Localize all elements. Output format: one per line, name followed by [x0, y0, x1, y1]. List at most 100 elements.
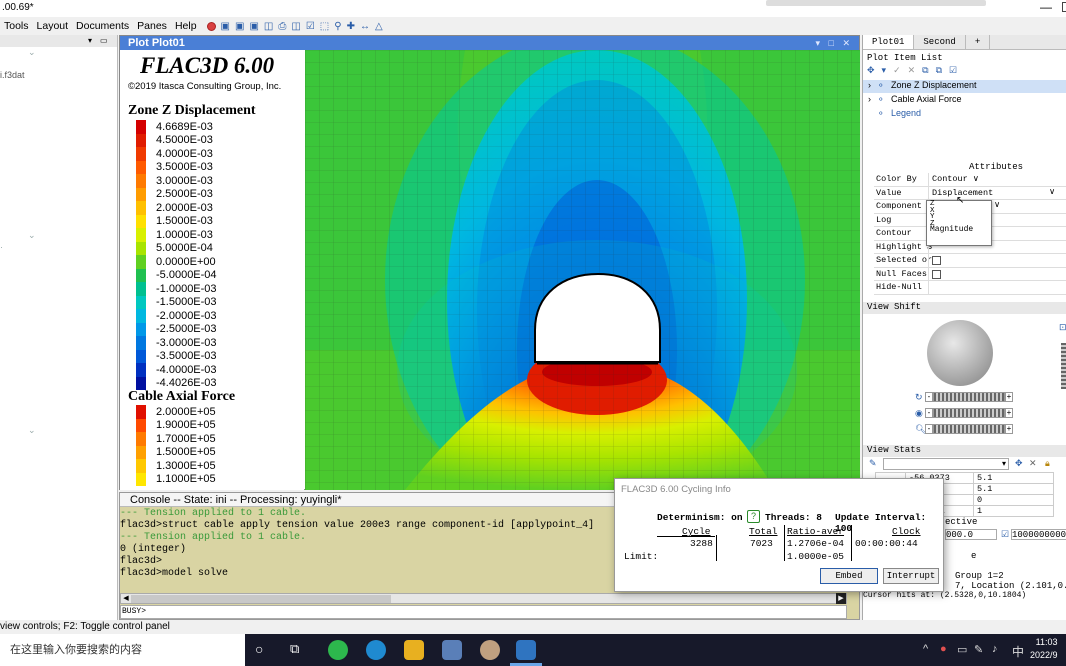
menu-help[interactable]: Help [171, 20, 201, 32]
copy-icon[interactable]: ⧉ [922, 65, 928, 76]
window-icon[interactable]: ◫ [264, 21, 273, 32]
ime-indicator[interactable]: 中 [1012, 643, 1024, 660]
embed-button[interactable]: Embed [820, 568, 878, 584]
add-tab-button[interactable]: + [966, 35, 991, 49]
measure-icon[interactable]: ↔ [360, 21, 370, 32]
console-scrollbar[interactable]: ◀ ▶ [120, 593, 847, 604]
contour-plot[interactable] [305, 50, 860, 490]
rotate-slider[interactable] [933, 392, 1005, 402]
minus-button[interactable]: - [925, 392, 933, 402]
scroll-thumb[interactable] [131, 595, 391, 603]
window-icon[interactable]: ◫ [291, 21, 300, 32]
edge-icon[interactable] [366, 640, 386, 660]
zoom-slider[interactable] [933, 424, 1005, 434]
attribute-row[interactable]: Value Displacement ∨ [874, 186, 1066, 200]
dropdown-option[interactable]: Magnitude [930, 226, 991, 234]
checkbox-icon[interactable]: ☑ [1001, 529, 1009, 540]
menu-documents[interactable]: Documents [72, 20, 133, 32]
move-icon[interactable]: ✚ [347, 21, 355, 32]
view-sphere[interactable] [927, 320, 993, 386]
tray-app-icon[interactable]: ● [940, 643, 947, 655]
eye-icon[interactable]: ⚬ [877, 108, 885, 119]
delete-icon[interactable]: ✕ [908, 65, 916, 76]
network-icon[interactable]: ▭ [957, 643, 967, 656]
file-explorer-icon[interactable] [404, 640, 424, 660]
plus-button[interactable]: + [1005, 424, 1013, 434]
triangle-icon[interactable]: △ [375, 21, 383, 32]
console-input[interactable]: BUSY> [120, 605, 847, 619]
paste-icon[interactable]: ⧉ [936, 65, 942, 76]
minus-button[interactable]: - [925, 408, 933, 418]
zoom-slider[interactable] [1061, 343, 1066, 389]
scroll-right-icon[interactable]: ▶ [836, 593, 846, 604]
attribute-value[interactable]: Contour ∨ [932, 174, 979, 184]
perspective-field[interactable]: 000.0 [945, 529, 997, 540]
dropdown-option[interactable]: X [930, 207, 991, 215]
list-item-legend[interactable]: ⚬ Legend [863, 108, 1066, 121]
plus-button[interactable]: + [1005, 408, 1013, 418]
chevron-right-icon[interactable]: › [868, 94, 871, 104]
taskbar-search[interactable]: 在这里输入你要搜索的内容 [0, 634, 245, 666]
clock[interactable]: 11:03 2022/9 [1030, 636, 1058, 662]
minus-button[interactable]: - [925, 424, 933, 434]
task-view-icon[interactable]: ⧉ [290, 641, 299, 657]
tab-plot01[interactable]: Plot01 [863, 35, 915, 49]
menu-layout[interactable]: Layout [33, 20, 73, 32]
layout-icon[interactable]: ▣ [221, 21, 230, 32]
checkbox-icon[interactable]: ☑ [949, 65, 957, 76]
scroll-left-icon[interactable]: ◀ [121, 593, 131, 604]
attribute-checkbox[interactable] [932, 269, 941, 279]
attribute-row[interactable]: Hide-Null [874, 281, 1066, 295]
chevron-down-icon[interactable]: ∨ [1049, 187, 1055, 197]
wechat-icon[interactable] [328, 640, 348, 660]
layout-icon[interactable]: ▣ [249, 21, 258, 32]
check-icon[interactable]: ✓ [893, 65, 901, 76]
chevron-down-icon[interactable]: ∨ [994, 200, 1000, 210]
tool-icon[interactable]: ✎ [869, 458, 877, 469]
tab-second[interactable]: Second [914, 35, 966, 49]
window-controls[interactable]: ▾ □ ✕ [816, 36, 854, 50]
minimize-button[interactable]: — [1040, 0, 1052, 14]
chevron-up-icon[interactable]: ^ [923, 643, 928, 655]
eye-icon[interactable]: ⚬ [877, 80, 885, 91]
reset-icon[interactable]: ⊡ [1059, 322, 1066, 333]
cortana-icon[interactable]: ○ [255, 641, 263, 657]
chevron-down-icon[interactable]: ▾ [88, 36, 92, 45]
attribute-checkbox[interactable] [932, 256, 941, 265]
chevron-right-icon[interactable]: › [868, 80, 871, 90]
close-icon[interactable]: ✕ [1029, 458, 1037, 469]
app-icon[interactable] [480, 640, 500, 660]
pen-icon[interactable]: ✎ [974, 643, 983, 656]
menu-tools[interactable]: Tools [0, 20, 33, 32]
component-dropdown[interactable]: Z X Y Z Magnitude [926, 200, 992, 246]
app-icon[interactable] [442, 640, 462, 660]
info-icon[interactable]: ? [747, 510, 760, 523]
add-icon[interactable]: ✥ [867, 65, 875, 76]
chevron-down-icon[interactable]: ▾ [882, 65, 887, 76]
spin-slider[interactable] [933, 408, 1005, 418]
flac3d-icon[interactable] [516, 640, 536, 660]
plus-button[interactable]: + [1005, 392, 1013, 402]
layout-icon[interactable]: ▣ [235, 21, 244, 32]
pin-icon[interactable]: ▭ [100, 36, 108, 45]
volume-icon[interactable]: ♪ [992, 643, 998, 655]
dropdown-option[interactable]: Y [930, 214, 991, 221]
pin-icon[interactable]: ⚲ [334, 21, 341, 32]
attribute-row[interactable]: Null Faces [874, 267, 1066, 281]
eye-icon[interactable]: ⚬ [877, 94, 885, 105]
list-item-zone[interactable]: › ⚬ Zone Z Displacement [863, 80, 1066, 93]
list-item-cable[interactable]: › ⚬ Cable Axial Force [863, 94, 1066, 107]
project-file[interactable]: i.f3dat [0, 70, 25, 80]
print-icon[interactable]: ⎙ [278, 21, 286, 32]
lock-icon[interactable]: 🔒︎ [1045, 458, 1050, 469]
interrupt-button[interactable]: Interrupt [883, 568, 939, 584]
attribute-row[interactable]: Color By Contour ∨ [874, 173, 1066, 187]
select-icon[interactable]: ⬚ [320, 21, 329, 32]
maximize-button[interactable] [1062, 2, 1066, 12]
add-icon[interactable]: ✥ [1015, 458, 1023, 469]
menu-panes[interactable]: Panes [133, 20, 171, 32]
record-icon[interactable] [206, 21, 216, 31]
attribute-row[interactable]: Selected or [874, 254, 1066, 268]
distance-field[interactable]: 1000000000 [1011, 529, 1066, 540]
stats-select[interactable]: ▾ [883, 458, 1009, 470]
